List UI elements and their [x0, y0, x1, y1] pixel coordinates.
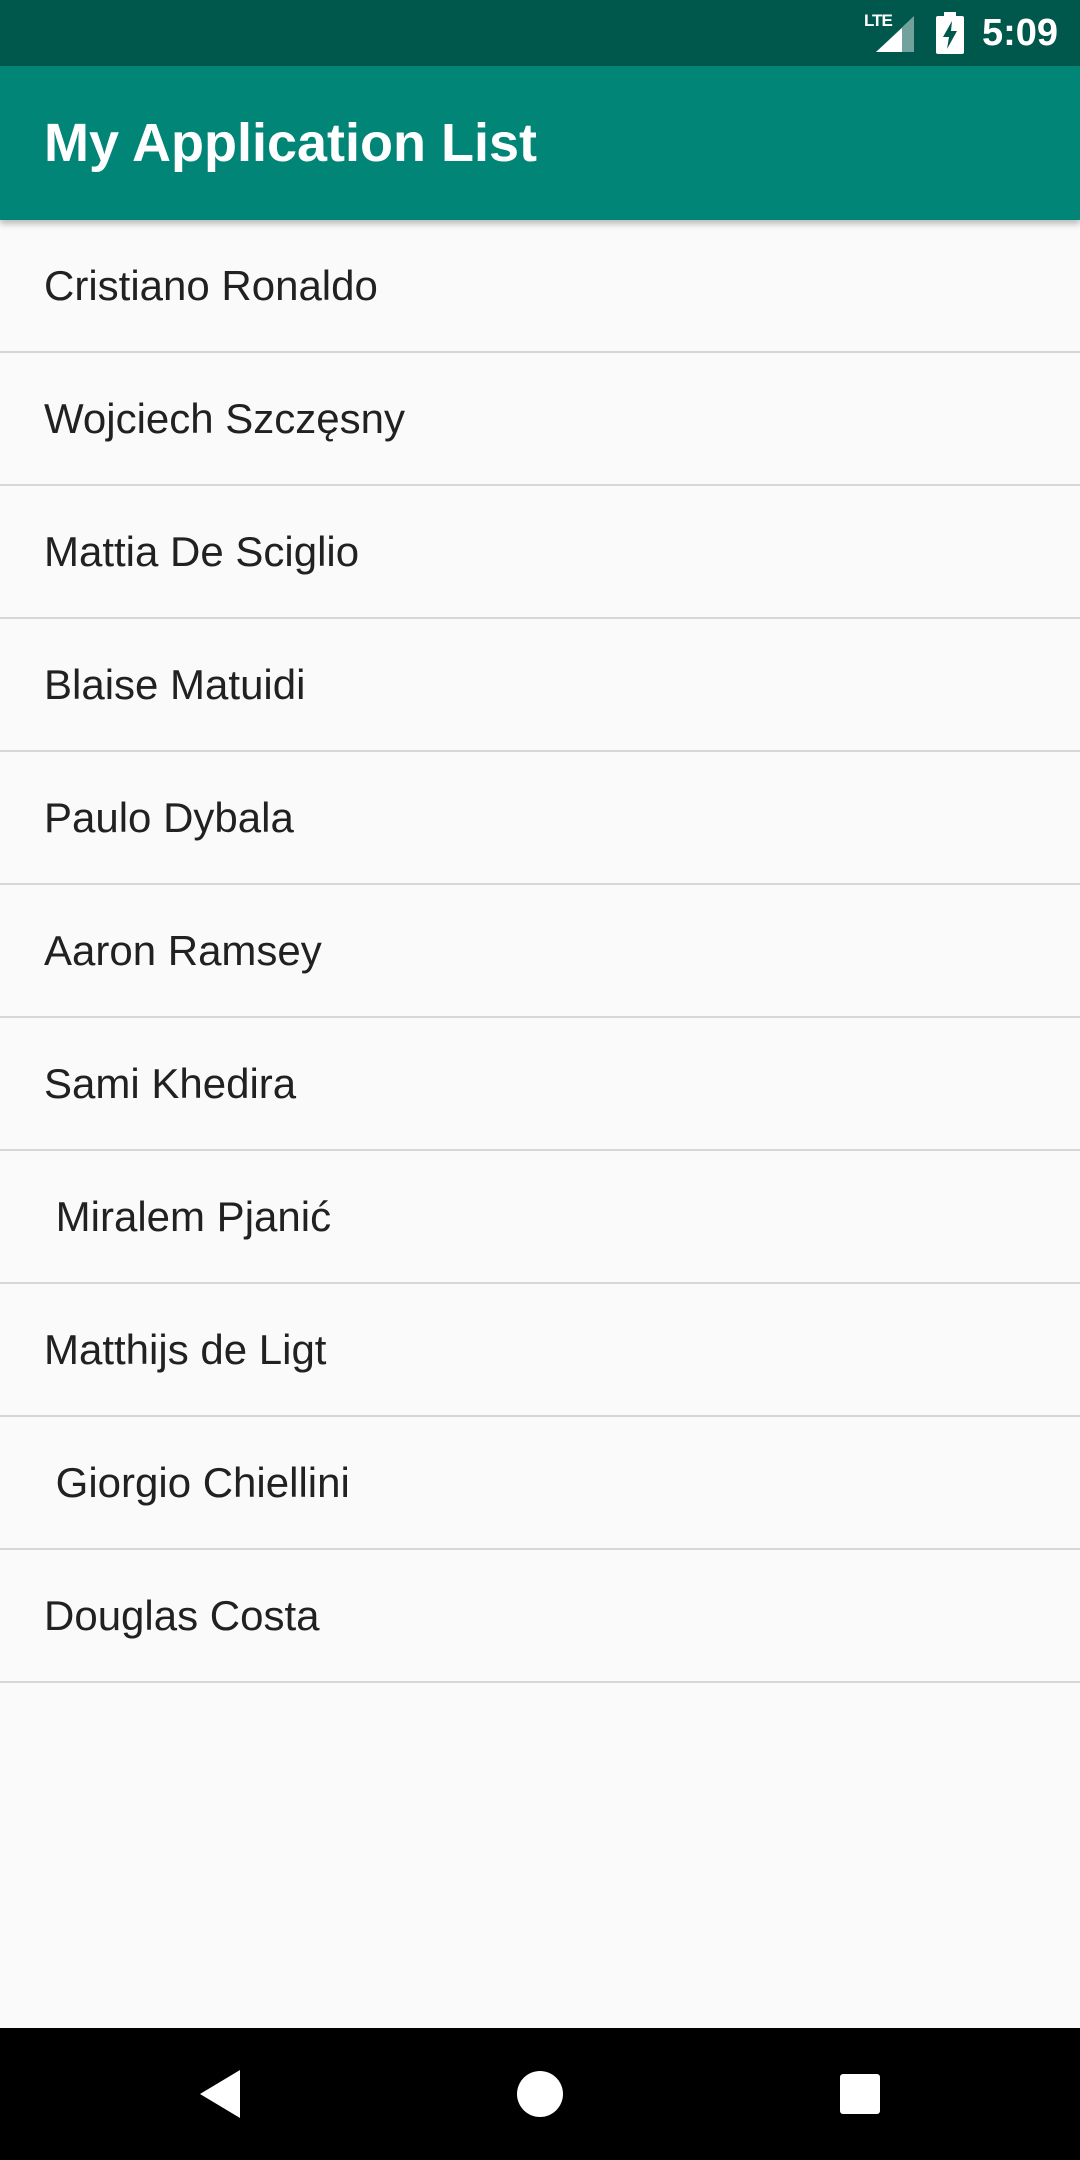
list-item[interactable]: Cristiano Ronaldo: [0, 220, 1080, 353]
list-item[interactable]: Douglas Costa: [0, 1550, 1080, 1683]
app-title: My Application List: [44, 113, 538, 173]
list-item[interactable]: Matthijs de Ligt: [0, 1284, 1080, 1417]
list-item[interactable]: Wojciech Szczęsny: [0, 353, 1080, 486]
status-icons: LTE 5:09: [864, 0, 1058, 66]
network-type-label: LTE: [863, 11, 893, 30]
lte-signal-icon: LTE: [864, 12, 918, 54]
list-item[interactable]: Sami Khedira: [0, 1018, 1080, 1151]
list-item[interactable]: Mattia De Sciglio: [0, 486, 1080, 619]
list-item[interactable]: Aaron Ramsey: [0, 885, 1080, 1018]
battery-charging-icon: [935, 12, 964, 54]
list-item[interactable]: Blaise Matuidi: [0, 619, 1080, 752]
back-button[interactable]: [190, 2064, 250, 2124]
recents-icon: [840, 2074, 880, 2114]
screen: LTE 5:09 My Application List Cristiano R…: [0, 0, 1080, 2160]
player-list: Cristiano Ronaldo Wojciech Szczęsny Matt…: [0, 220, 1080, 1683]
home-button[interactable]: [510, 2064, 570, 2124]
list-item[interactable]: Giorgio Chiellini: [0, 1417, 1080, 1550]
clock: 5:09: [981, 12, 1058, 54]
status-bar: LTE 5:09: [0, 0, 1080, 66]
back-icon: [200, 2070, 240, 2118]
list-item[interactable]: Paulo Dybala: [0, 752, 1080, 885]
list-item[interactable]: Miralem Pjanić: [0, 1151, 1080, 1284]
navigation-bar: [0, 2028, 1080, 2160]
home-icon: [517, 2071, 563, 2117]
app-bar: My Application List: [0, 66, 1080, 220]
recents-button[interactable]: [830, 2064, 890, 2124]
